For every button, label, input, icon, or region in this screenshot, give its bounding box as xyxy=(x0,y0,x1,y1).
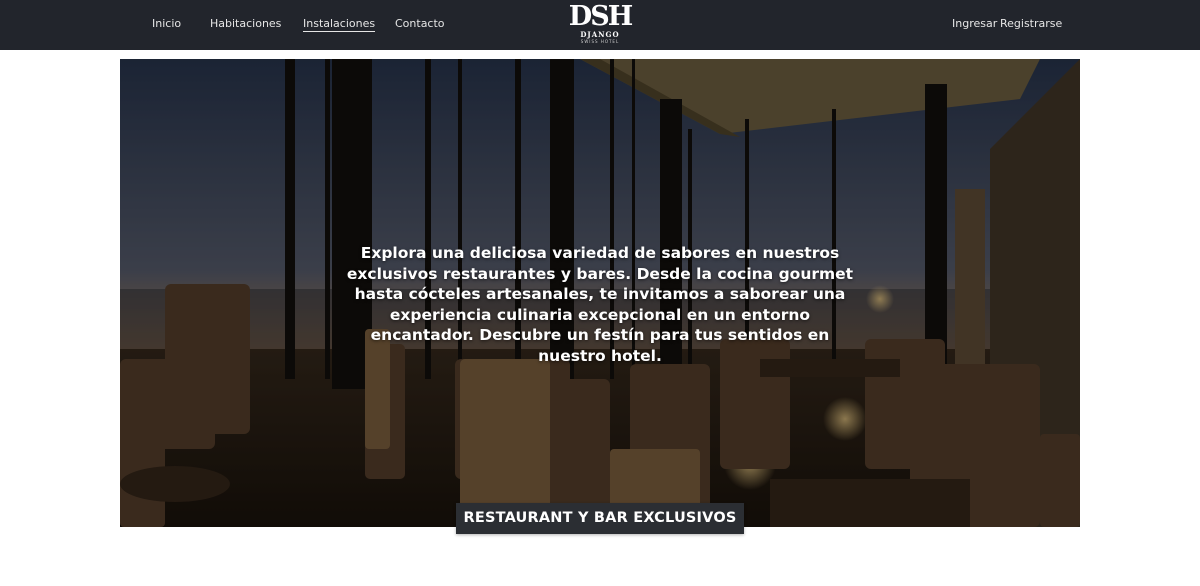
nav-contacto-link[interactable]: Contacto xyxy=(395,17,445,30)
hero-banner: Explora una deliciosa variedad de sabore… xyxy=(120,59,1080,527)
nav-instalaciones-link[interactable]: Instalaciones xyxy=(303,17,376,32)
logo-tagline: SWISS HOTEL xyxy=(580,39,620,44)
login-link[interactable]: Ingresar xyxy=(952,17,997,30)
hero-description: Explora una deliciosa variedad de sabore… xyxy=(346,244,854,365)
section-caption: RESTAURANT Y BAR EXCLUSIVOS xyxy=(456,503,744,534)
nav-habitaciones-link[interactable]: Habitaciones xyxy=(210,17,281,30)
logo-monogram: DSH xyxy=(568,1,633,32)
top-navbar: Inicio Habitaciones Instalaciones Contac… xyxy=(0,0,1200,50)
nav-inicio-link[interactable]: Inicio xyxy=(152,17,181,30)
hotel-logo[interactable]: DSH DJANGO SWISS HOTEL xyxy=(560,3,640,47)
register-link[interactable]: Registrarse xyxy=(1000,17,1062,30)
logo-name: DJANGO xyxy=(580,30,620,39)
